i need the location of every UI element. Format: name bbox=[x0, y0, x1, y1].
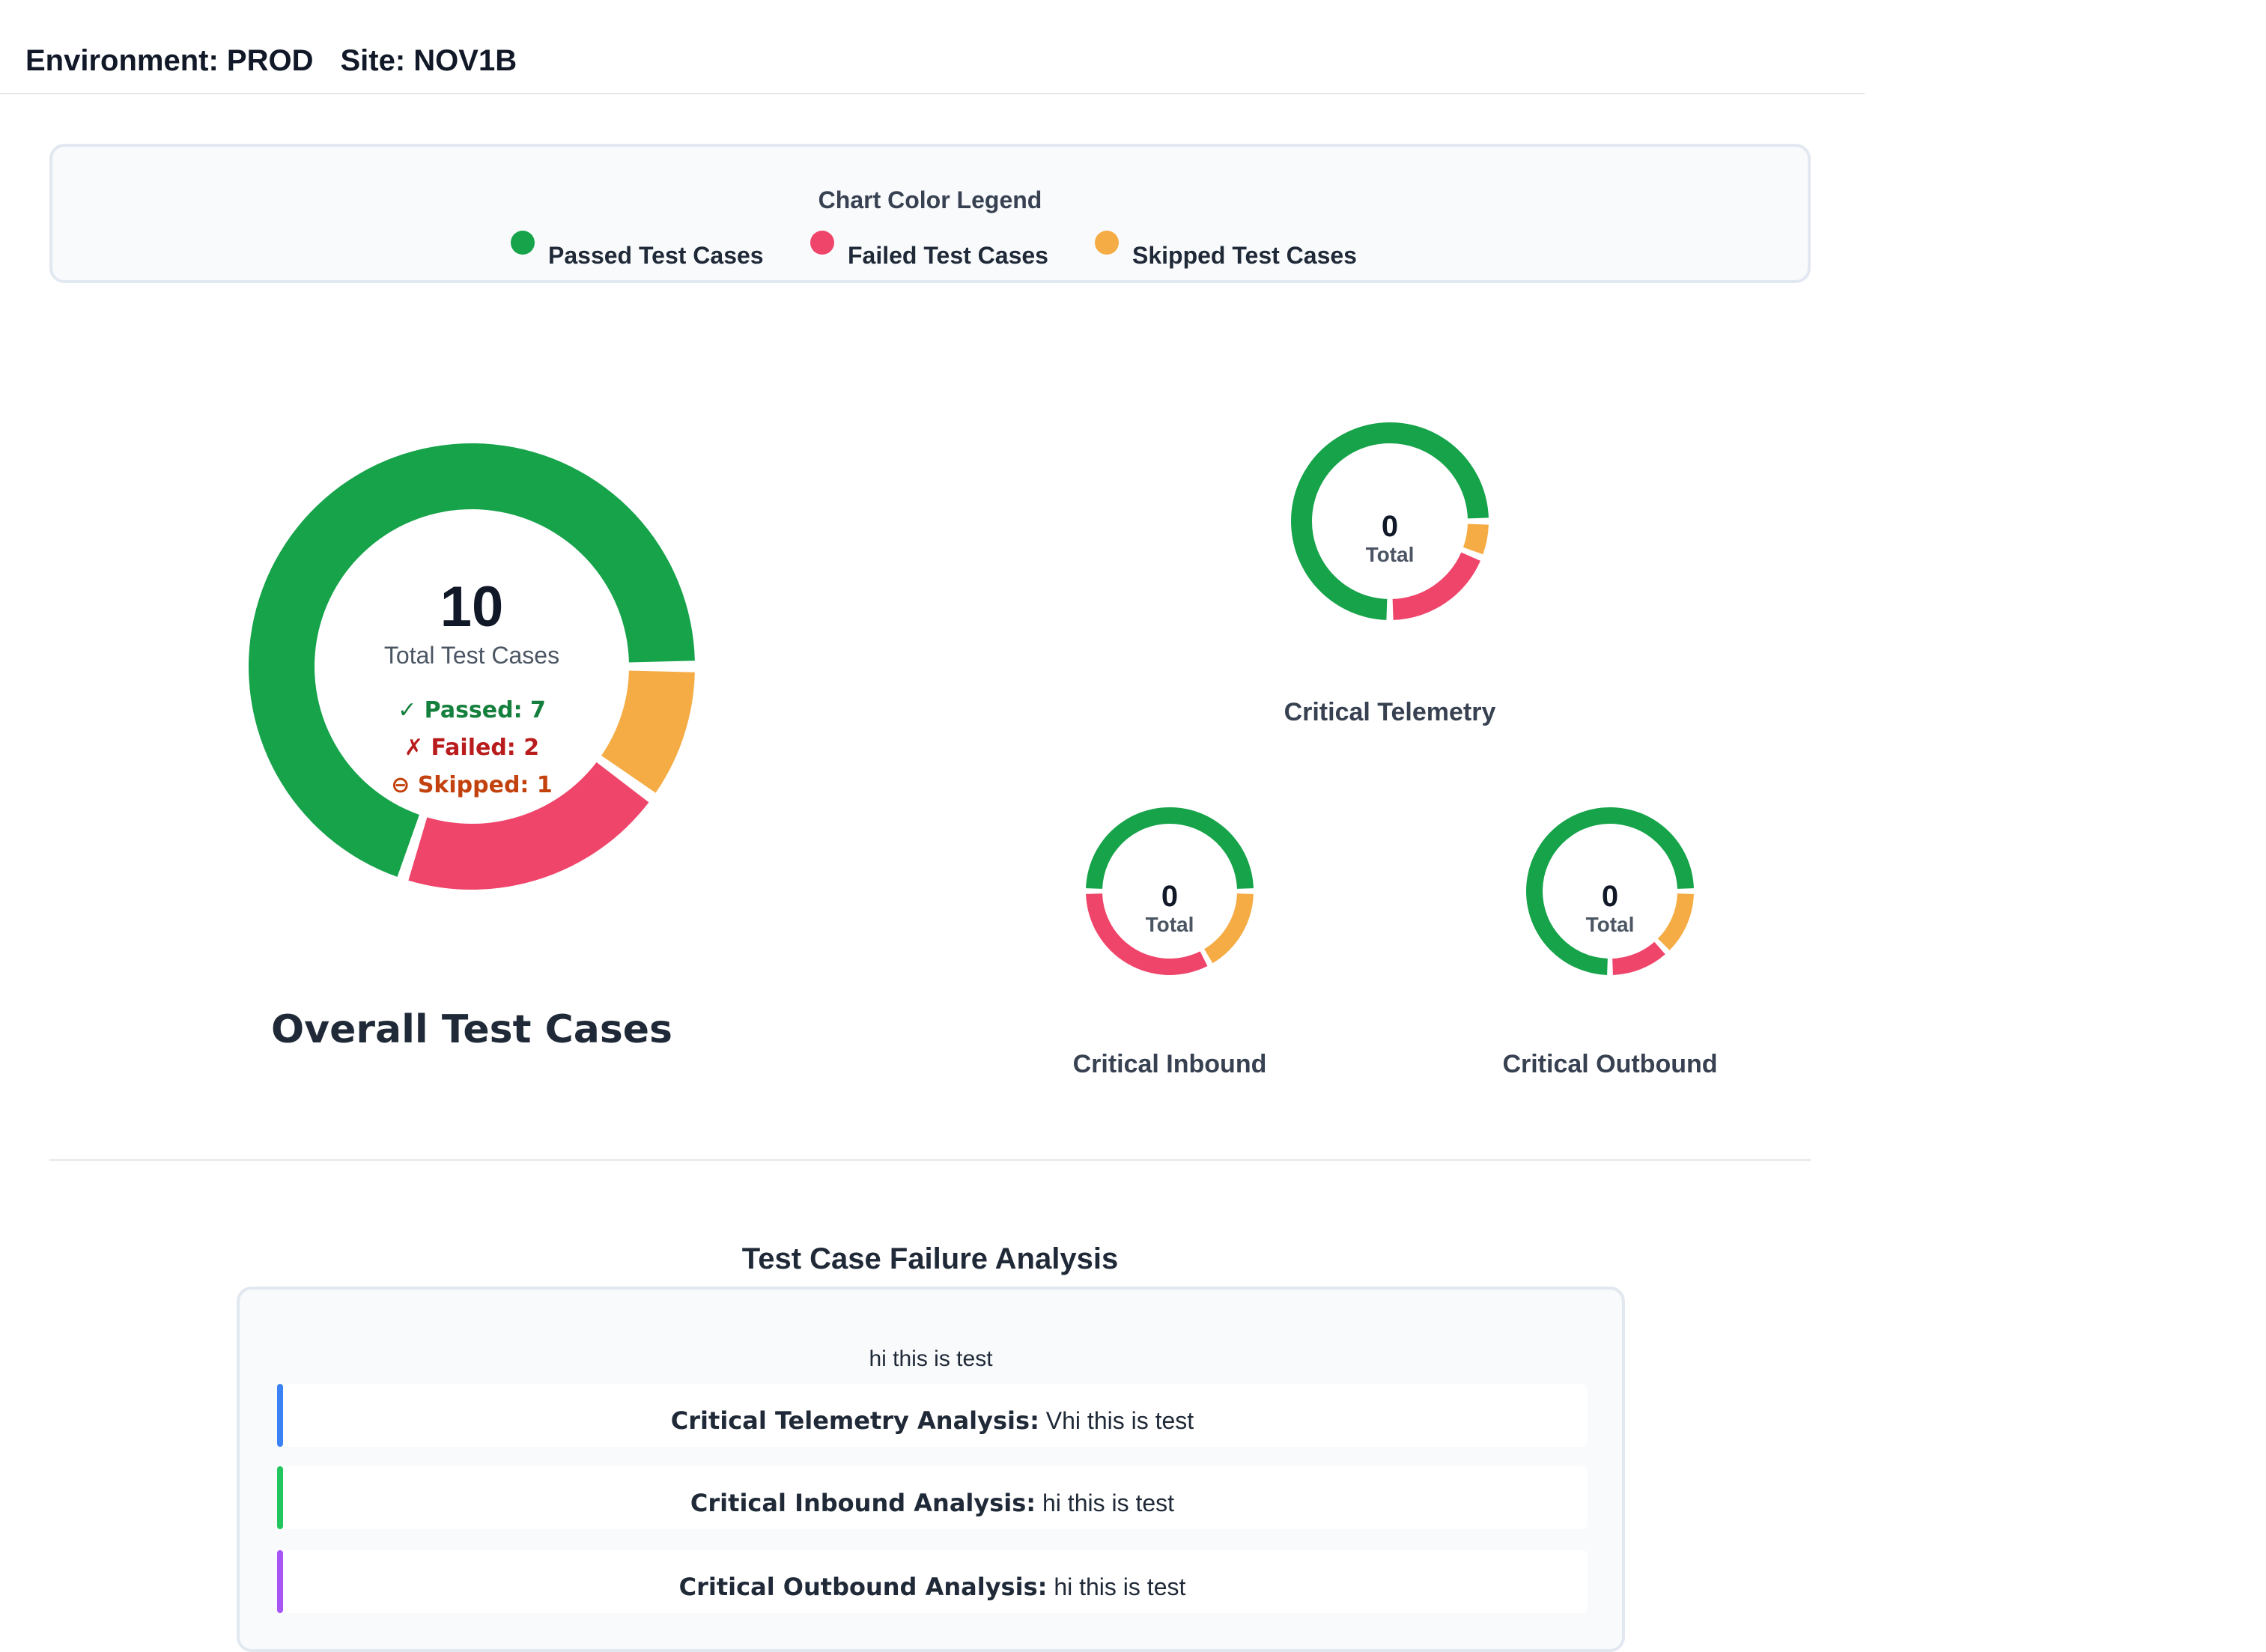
inbound-analysis-value: hi this is test bbox=[1042, 1492, 1175, 1517]
outbound-total-value: 0 bbox=[1602, 880, 1618, 913]
outbound-total-label: Total bbox=[1586, 913, 1635, 936]
inbound-skipped-segment bbox=[1204, 893, 1254, 964]
analysis-row-outbound: Critical Outbound Analysis: hi this is t… bbox=[277, 1550, 1588, 1613]
outbound-analysis-value: hi this is test bbox=[1054, 1576, 1186, 1601]
telemetry-total-label: Total bbox=[1366, 543, 1415, 566]
outbound-chart-title: Critical Outbound bbox=[1502, 1050, 1718, 1078]
analysis-summary: hi this is test bbox=[869, 1346, 993, 1372]
inbound-analysis-label: Critical Inbound Analysis: bbox=[690, 1489, 1036, 1517]
inbound-total-label: Total bbox=[1146, 913, 1194, 936]
analysis-row-telemetry: Critical Telemetry Analysis: Vhi this is… bbox=[277, 1384, 1588, 1447]
overall-failed-stat: ✗ Failed: 2 bbox=[404, 735, 539, 761]
failure-analysis-panel: hi this is test Critical Telemetry Analy… bbox=[237, 1287, 1625, 1652]
inbound-total-value: 0 bbox=[1161, 880, 1178, 913]
telemetry-total-value: 0 bbox=[1382, 510, 1398, 543]
section-divider bbox=[49, 1159, 1811, 1161]
telemetry-analysis-value: Vhi this is test bbox=[1045, 1409, 1194, 1435]
inbound-passed-segment bbox=[1086, 807, 1254, 889]
outbound-analysis-label: Critical Outbound Analysis: bbox=[678, 1573, 1048, 1601]
telemetry-skipped-segment bbox=[1462, 523, 1489, 555]
outbound-skipped-segment bbox=[1657, 893, 1694, 950]
outbound-failed-segment bbox=[1612, 941, 1665, 975]
inbound-chart-title: Critical Inbound bbox=[1072, 1050, 1267, 1078]
overall-skipped-segment bbox=[601, 670, 695, 793]
analysis-title: Test Case Failure Analysis bbox=[741, 1243, 1119, 1276]
overall-chart-title: Overall Test Cases bbox=[270, 1008, 672, 1053]
overall-total-value: 10 bbox=[440, 575, 504, 639]
analysis-row-inbound: Critical Inbound Analysis: hi this is te… bbox=[277, 1466, 1588, 1529]
overall-passed-stat: ✓ Passed: 7 bbox=[398, 697, 546, 723]
dashboard: Environment: PROD Site: NOV1B Chart Color… bbox=[0, 0, 2266, 1652]
overall-skipped-stat: ⊖ Skipped: 1 bbox=[391, 772, 553, 798]
telemetry-analysis-label: Critical Telemetry Analysis: bbox=[670, 1406, 1039, 1435]
donut-charts: 10 Total Test Cases ✓ Passed: 7 ✗ Failed… bbox=[249, 422, 1694, 975]
overall-total-label: Total Test Cases bbox=[384, 642, 559, 669]
telemetry-chart-title: Critical Telemetry bbox=[1284, 698, 1496, 726]
